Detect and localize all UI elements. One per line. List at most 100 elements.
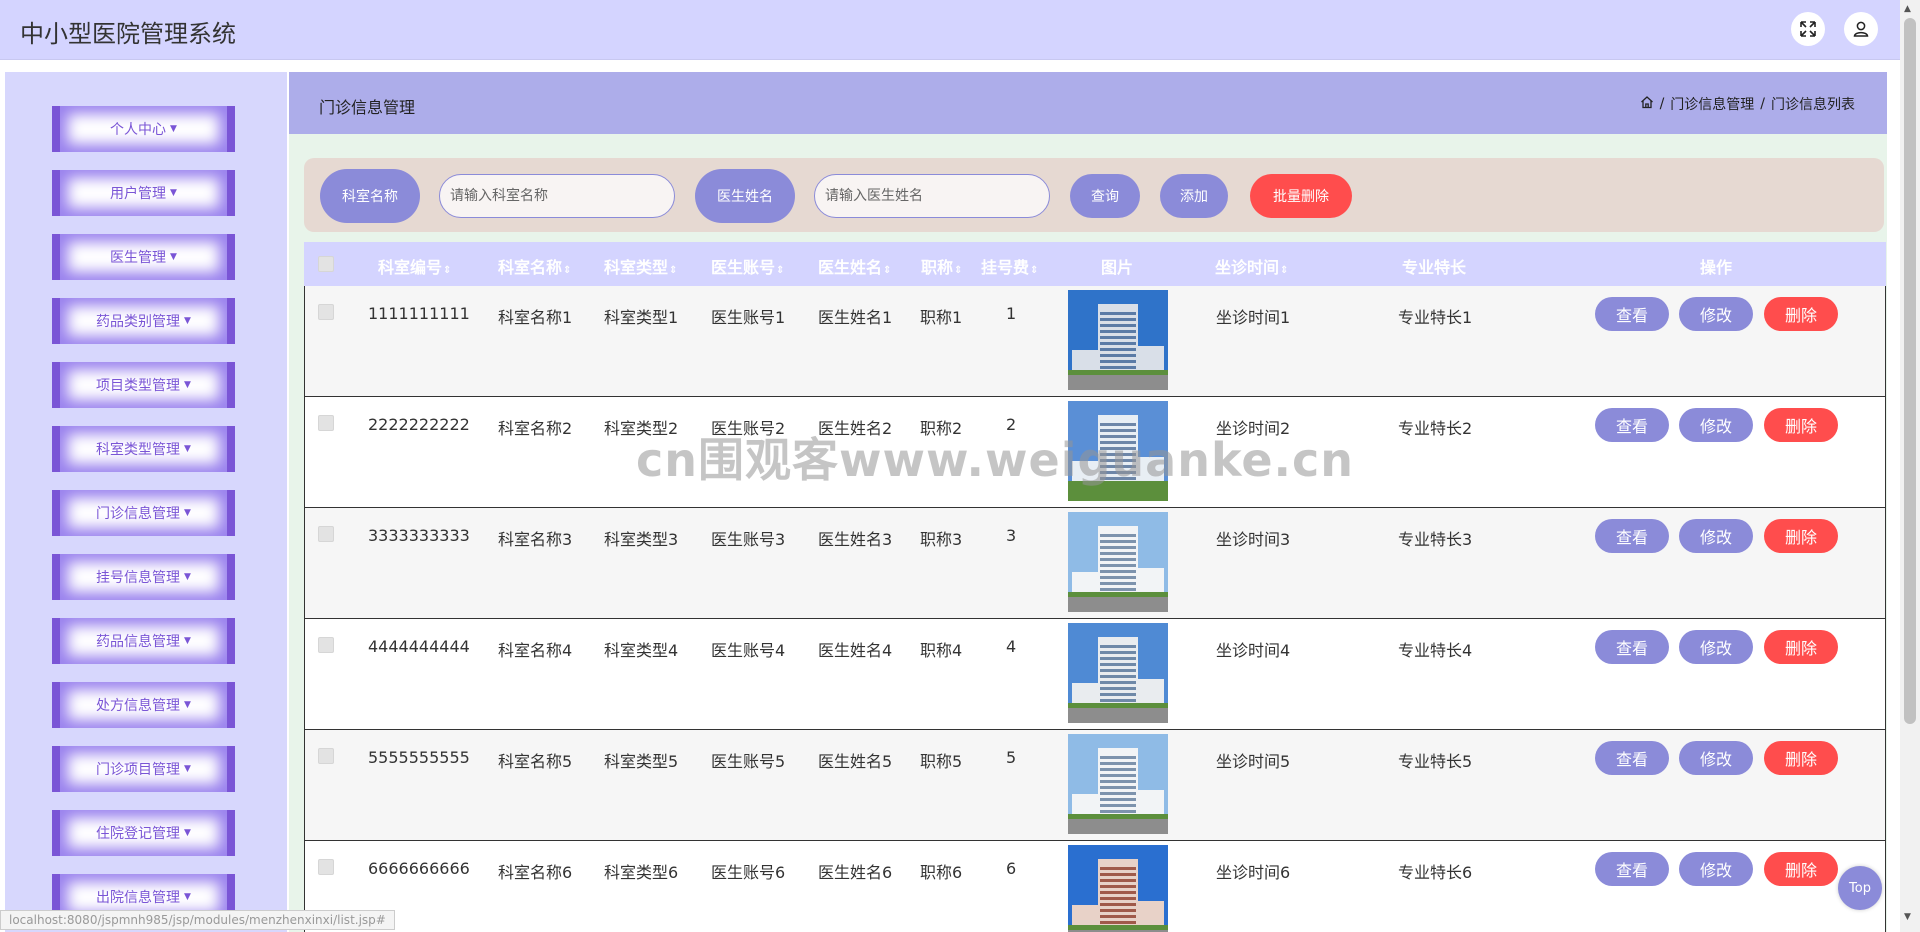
cell-dept-name: 科室名称2 xyxy=(498,419,573,438)
sidebar-item[interactable]: 挂号信息管理 ▼ xyxy=(52,554,235,600)
sidebar-item[interactable]: 药品类别管理 ▼ xyxy=(52,298,235,344)
scroll-up-arrow-icon[interactable]: ▲ xyxy=(1904,4,1911,14)
caret-down-icon: ▼ xyxy=(184,764,191,774)
sidebar-item-label: 药品信息管理 xyxy=(96,634,181,650)
edit-button[interactable]: 修改 xyxy=(1679,741,1753,775)
sidebar-item[interactable]: 个人中心 ▼ xyxy=(52,106,235,152)
cell-specialty: 专业特长3 xyxy=(1398,530,1473,549)
column-header-image: 图片 xyxy=(1101,258,1134,277)
caret-down-icon: ▼ xyxy=(184,508,191,518)
sidebar-item-label: 项目类型管理 xyxy=(96,378,181,394)
row-checkbox[interactable] xyxy=(318,637,334,653)
edit-button[interactable]: 修改 xyxy=(1679,519,1753,553)
sidebar-item[interactable]: 用户管理 ▼ xyxy=(52,170,235,216)
view-button[interactable]: 查看 xyxy=(1595,741,1669,775)
caret-down-icon: ▼ xyxy=(184,444,191,454)
caret-down-icon: ▼ xyxy=(170,188,177,198)
view-button[interactable]: 查看 xyxy=(1595,297,1669,331)
breadcrumb: / 门诊信息管理 / 门诊信息列表 xyxy=(1640,94,1855,114)
caret-down-icon: ▼ xyxy=(184,700,191,710)
cell-doctor-name: 医生姓名4 xyxy=(818,641,893,660)
back-to-top-button[interactable]: Top xyxy=(1838,866,1882,910)
caret-down-icon: ▼ xyxy=(184,380,191,390)
edit-button[interactable]: 修改 xyxy=(1679,408,1753,442)
cell-doctor-name: 医生姓名1 xyxy=(818,308,893,327)
cell-dept-code: 4444444444 xyxy=(368,637,470,656)
sidebar-item-label: 处方信息管理 xyxy=(96,698,181,714)
edit-button[interactable]: 修改 xyxy=(1679,852,1753,886)
column-header-dept-name[interactable]: 科室名称⇕ xyxy=(498,254,571,278)
dept-name-label: 科室名称 xyxy=(320,169,420,223)
cell-doctor-account: 医生账号5 xyxy=(711,752,786,771)
caret-down-icon: ▼ xyxy=(170,124,177,134)
caret-down-icon: ▼ xyxy=(184,892,191,902)
cell-dept-type: 科室类型1 xyxy=(604,308,679,327)
caret-down-icon: ▼ xyxy=(184,636,191,646)
dept-name-input[interactable] xyxy=(439,174,675,218)
scrollbar-thumb[interactable] xyxy=(1904,18,1916,724)
caret-down-icon: ▼ xyxy=(170,252,177,262)
delete-button[interactable]: 删除 xyxy=(1764,297,1838,331)
user-icon[interactable] xyxy=(1844,12,1878,46)
doctor-name-input[interactable] xyxy=(814,174,1050,218)
view-button[interactable]: 查看 xyxy=(1595,519,1669,553)
select-all-checkbox[interactable] xyxy=(318,256,334,272)
edit-button[interactable]: 修改 xyxy=(1679,630,1753,664)
sidebar-item[interactable]: 科室类型管理 ▼ xyxy=(52,426,235,472)
table-row: 5555555555 科室名称5 科室类型5 医生账号5 医生姓名5 职称5 5 坐诊时间5 专… xyxy=(304,730,1886,841)
hospital-building-image xyxy=(1068,734,1168,834)
row-checkbox[interactable] xyxy=(318,526,334,542)
sidebar-item[interactable]: 医生管理 ▼ xyxy=(52,234,235,280)
sidebar-item[interactable]: 项目类型管理 ▼ xyxy=(52,362,235,408)
sidebar-item[interactable]: 住院登记管理 ▼ xyxy=(52,810,235,856)
row-checkbox[interactable] xyxy=(318,415,334,431)
cell-time: 坐诊时间4 xyxy=(1216,641,1291,660)
add-button[interactable]: 添加 xyxy=(1160,174,1228,218)
row-checkbox[interactable] xyxy=(318,304,334,320)
column-header-dept-code[interactable]: 科室编号⇕ xyxy=(378,254,451,278)
view-button[interactable]: 查看 xyxy=(1595,408,1669,442)
breadcrumb-item-module[interactable]: 门诊信息管理 xyxy=(1670,94,1754,114)
column-header-time[interactable]: 坐诊时间⇕ xyxy=(1215,254,1288,278)
sidebar-item[interactable]: 药品信息管理 ▼ xyxy=(52,618,235,664)
table-row: 3333333333 科室名称3 科室类型3 医生账号3 医生姓名3 职称3 3 坐诊时间3 专… xyxy=(304,508,1886,619)
view-button[interactable]: 查看 xyxy=(1595,630,1669,664)
column-header-title[interactable]: 职称⇕ xyxy=(921,254,962,278)
query-button[interactable]: 查询 xyxy=(1070,174,1140,218)
cell-doctor-account: 医生账号6 xyxy=(711,863,786,882)
sidebar-item[interactable]: 处方信息管理 ▼ xyxy=(52,682,235,728)
cell-doctor-account: 医生账号4 xyxy=(711,641,786,660)
delete-button[interactable]: 删除 xyxy=(1764,408,1838,442)
column-header-dept-type[interactable]: 科室类型⇕ xyxy=(604,254,677,278)
cell-dept-code: 6666666666 xyxy=(368,859,470,878)
row-checkbox[interactable] xyxy=(318,859,334,875)
delete-button[interactable]: 删除 xyxy=(1764,852,1838,886)
home-icon[interactable] xyxy=(1640,95,1654,113)
sidebar-item-label: 门诊信息管理 xyxy=(96,506,181,522)
scroll-down-arrow-icon[interactable]: ▼ xyxy=(1904,912,1911,922)
hospital-building-image xyxy=(1068,512,1168,612)
app-title: 中小型医院管理系统 xyxy=(20,20,236,48)
cell-doctor-name: 医生姓名3 xyxy=(818,530,893,549)
view-button[interactable]: 查看 xyxy=(1595,852,1669,886)
fullscreen-icon[interactable] xyxy=(1791,12,1825,46)
row-checkbox[interactable] xyxy=(318,748,334,764)
sidebar-item-label: 药品类别管理 xyxy=(96,314,181,330)
column-header-doctor-name[interactable]: 医生姓名⇕ xyxy=(818,254,891,278)
delete-button[interactable]: 删除 xyxy=(1764,519,1838,553)
batch-delete-button[interactable]: 批量删除 xyxy=(1250,174,1352,218)
search-form: 科室名称 医生姓名 查询 添加 批量删除 xyxy=(304,158,1884,232)
breadcrumb-item-list: 门诊信息列表 xyxy=(1771,97,1855,113)
column-header-fee[interactable]: 挂号费⇕ xyxy=(981,254,1038,278)
cell-specialty: 专业特长6 xyxy=(1398,863,1473,882)
cell-time: 坐诊时间5 xyxy=(1216,752,1291,771)
sidebar-item[interactable]: 门诊信息管理 ▼ xyxy=(52,490,235,536)
edit-button[interactable]: 修改 xyxy=(1679,297,1753,331)
delete-button[interactable]: 删除 xyxy=(1764,630,1838,664)
page-header: 门诊信息管理 / 门诊信息管理 / 门诊信息列表 xyxy=(289,72,1887,134)
cell-dept-name: 科室名称4 xyxy=(498,641,573,660)
cell-doctor-name: 医生姓名5 xyxy=(818,752,893,771)
sidebar-item[interactable]: 门诊项目管理 ▼ xyxy=(52,746,235,792)
column-header-doctor-account[interactable]: 医生账号⇕ xyxy=(711,254,784,278)
delete-button[interactable]: 删除 xyxy=(1764,741,1838,775)
